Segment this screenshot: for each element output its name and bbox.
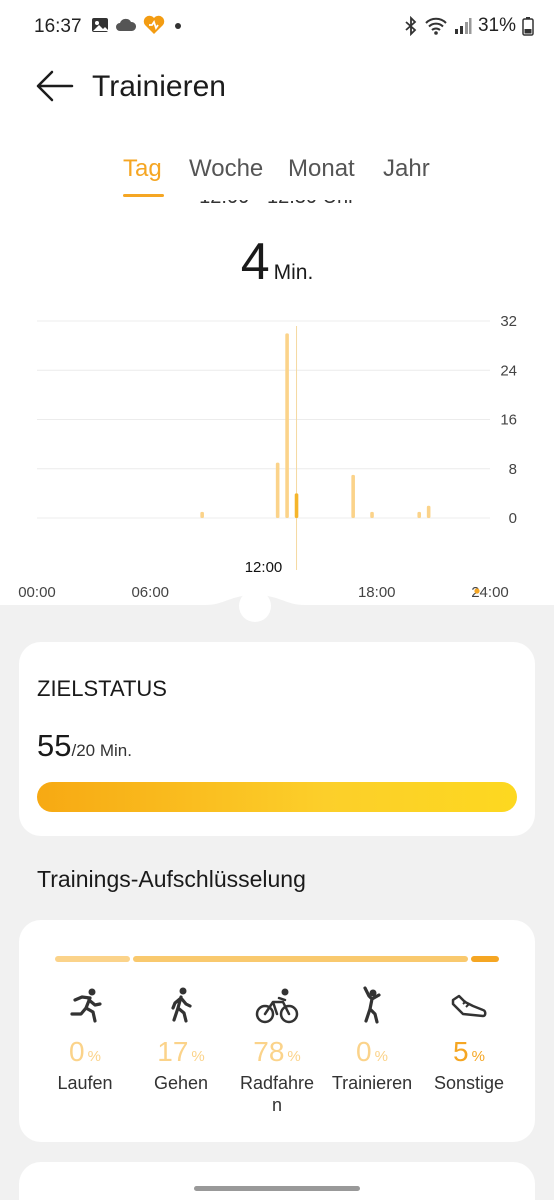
goal-value: 55/20 Min. [37,728,132,764]
activity-chart[interactable]: 32 24 16 8 0 00:00 06:00 12:00 18:00 24:00 [0,300,554,601]
app-header: Trainieren [0,62,554,112]
activity-chart-svg[interactable]: 3224168000:00 06:0012:0018:00 24:00 [0,300,554,601]
activity-label: Laufen [57,1073,113,1093]
dot-icon [175,23,181,29]
share-segment-other [471,956,499,962]
activity-other[interactable]: 5% Sonstige [419,986,519,1094]
breakdown-share-bar [55,956,499,962]
wifi-icon [425,17,447,35]
share-segment-walking [55,956,130,962]
selected-range: 12:00 - 12:30 Uhr [0,200,554,220]
walking-icon [171,987,192,1023]
status-notification-icons [91,15,185,35]
training-breakdown-card[interactable]: 0% Laufen 17% Gehen 78% Radfahre n 0% Tr… [19,920,535,1142]
signal-icon [454,18,472,34]
activity-percent: 0% [356,1036,388,1067]
activity-label: Sonstige [433,1073,505,1093]
y-tick-label: 8 [509,461,517,478]
image-icon [92,18,108,32]
page-title: Trainieren [92,70,226,103]
activity-running[interactable]: 0% Laufen [35,986,135,1094]
scrubber-knob[interactable] [239,590,271,622]
battery-percent: 31% [477,15,516,36]
activity-cycling[interactable]: 78% Radfahre n [227,986,327,1116]
status-system-icons: 31% [404,15,534,37]
y-tick-label: 24 [500,362,517,379]
goal-progress-bar [37,782,517,812]
activity-percent: 17% [157,1036,205,1067]
selected-value: 4 Min. [0,232,554,292]
selected-value-unit: Min. [273,261,314,284]
chart-bar [426,505,431,518]
running-icon [70,988,102,1023]
chart-bar [275,462,280,518]
chart-bar [200,511,204,518]
tab-month[interactable]: Monat [288,155,355,183]
activity-label: Gehen [153,1073,209,1093]
chart-bar [370,511,374,518]
home-indicator[interactable] [194,1186,360,1191]
bluetooth-icon [405,16,417,36]
back-button[interactable] [36,68,76,104]
goal-status-card[interactable]: ZIELSTATUS 55/20 Min. [19,642,535,836]
tab-day[interactable]: Tag [123,155,162,183]
cycling-icon [255,988,299,1024]
goal-achieved: 55 [37,728,72,763]
next-card-peek[interactable] [19,1162,535,1200]
activity-training[interactable]: 0% Trainieren [322,986,422,1094]
y-tick-label: 32 [500,313,517,330]
arrow-left-icon [36,70,74,102]
breakdown-title: Trainings-Aufschlüsselung [37,866,306,892]
share-segment-cycling [133,956,468,962]
activity-percent: 5% [453,1036,485,1067]
chart-bar [285,333,289,518]
active-tab-indicator [123,194,164,197]
activity-percent: 0% [69,1036,101,1067]
status-time: 16:37 [34,16,82,37]
y-tick-label: 16 [500,412,517,429]
health-heart-icon [143,15,165,34]
y-tick-label: 0 [509,510,517,527]
cloud-icon [116,18,137,31]
tab-year[interactable]: Jahr [383,155,430,183]
tab-week[interactable]: Woche [189,155,263,183]
x-tick-label-selected: 12:00 [245,559,283,576]
activity-percent: 78% [253,1036,301,1067]
goal-title: ZIELSTATUS [37,676,167,701]
activity-walking[interactable]: 17% Gehen [131,986,231,1094]
activity-label: Radfahre n [239,1073,315,1115]
selected-range-text: 12:00 - 12:30 Uhr [199,200,355,208]
battery-icon [522,17,534,36]
status-bar: 16:37 31% [0,0,554,54]
chart-bar [417,511,422,518]
chart-bar [351,474,355,518]
chart-scrubber[interactable] [0,575,554,635]
goal-target: /20 Min. [71,741,132,760]
stretching-icon [363,986,381,1024]
shoe-icon [451,994,487,1018]
selected-value-number: 4 [240,233,270,291]
period-tabs: Tag Woche Monat Jahr [0,155,554,205]
chart-bar [294,493,299,518]
activity-label: Trainieren [331,1073,413,1093]
